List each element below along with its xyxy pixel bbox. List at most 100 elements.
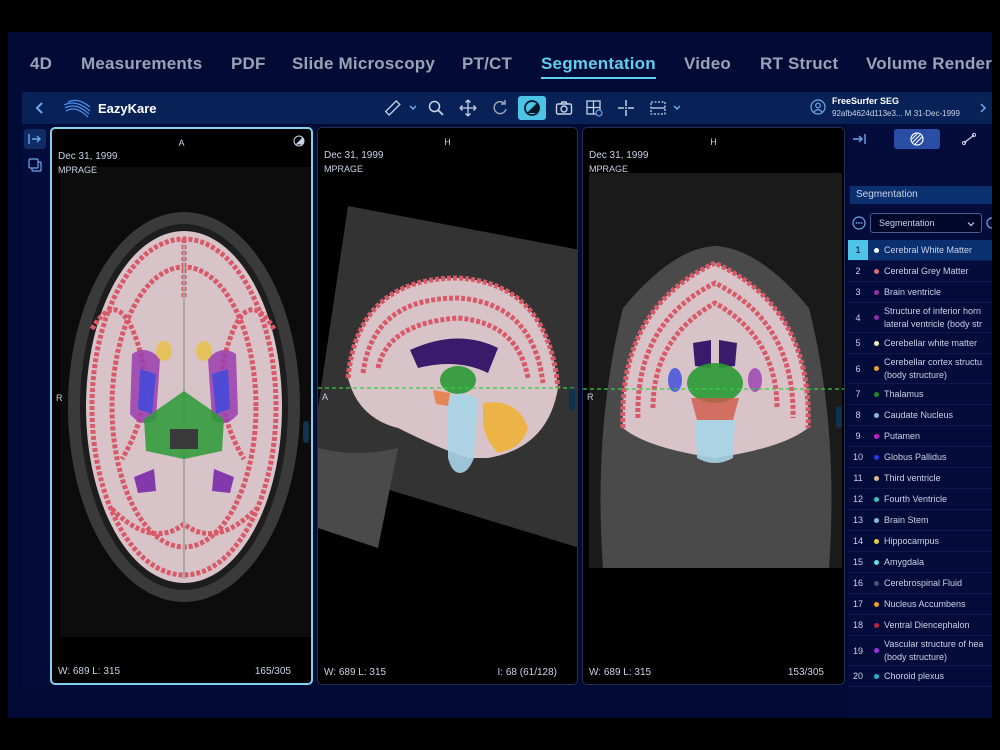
segment-number: 15 (852, 557, 863, 567)
segment-name: Brain Stem (884, 514, 929, 525)
side-label: A (322, 392, 329, 402)
info-icon[interactable] (986, 216, 992, 230)
tab-video[interactable]: Video (684, 54, 731, 74)
viewport-coronal[interactable]: H Dec 31, 1999 MPRAGE R W: 689 L: 315 15… (582, 127, 845, 685)
segment-row[interactable]: 11 Third ventricle (848, 468, 992, 489)
slice-index: I: 68 (61/128) (497, 667, 557, 678)
segment-row[interactable]: 10 Globus Pallidus (848, 447, 992, 468)
segment-name: Ventral Diencephalon (884, 619, 970, 630)
viewport-sagittal[interactable]: H Dec 31, 1999 MPRAGE A W: 689 L: 315 I:… (317, 127, 578, 685)
segment-name: Amygdala (884, 556, 925, 567)
tab-4d[interactable]: 4D (30, 54, 52, 74)
segment-row[interactable]: 12 Fourth Ventricle (848, 489, 992, 510)
segment-name: Cerebellar cortex structu (body structur… (884, 356, 983, 380)
slice-scrollbar[interactable] (569, 388, 575, 410)
chevron-down-icon[interactable] (408, 101, 418, 115)
segmentation-panel: Segmentation Segmentation 1 Cerebral Whit… (848, 124, 992, 718)
crosshair-icon[interactable] (614, 97, 638, 119)
rotate-icon[interactable] (488, 97, 512, 119)
segment-row[interactable]: 9 Putamen (848, 426, 992, 447)
segment-number: 13 (852, 515, 863, 525)
tab-slide-microscopy[interactable]: Slide Microscopy (292, 54, 435, 74)
series-name: MPRAGE (58, 165, 98, 175)
segment-body: Cerebrospinal Fluid (868, 573, 992, 593)
segment-row[interactable]: 19 Vascular structure of hea (body struct… (848, 636, 992, 666)
segment-row[interactable]: 8 Caudate Nucleus (848, 405, 992, 426)
tab-rt-struct[interactable]: RT Struct (760, 54, 838, 74)
segment-line-tab[interactable] (946, 129, 992, 149)
segment-number: 2 (855, 266, 861, 276)
segment-body: Ventral Diencephalon (868, 615, 992, 635)
segment-body: Nucleus Accumbens (868, 594, 992, 614)
chevron-left-icon[interactable] (32, 99, 48, 117)
segment-row[interactable]: 3 Brain ventricle (848, 282, 992, 303)
copy-icon[interactable] (24, 155, 46, 175)
slice-scrollbar[interactable] (303, 421, 309, 443)
slice-scrollbar[interactable] (836, 406, 842, 428)
tab-measurements[interactable]: Measurements (81, 54, 202, 74)
tab-volume-rendering[interactable]: Volume Rendering (866, 54, 992, 74)
camera-icon[interactable] (552, 97, 576, 119)
segment-number: 20 (852, 671, 863, 681)
segment-body: Fourth Ventricle (868, 489, 992, 509)
segment-row[interactable]: 15 Amygdala (848, 552, 992, 573)
segment-fill-tab[interactable] (894, 129, 940, 149)
side-label: R (587, 392, 594, 402)
tab-pdf[interactable]: PDF (231, 54, 266, 74)
more-options-icon[interactable] (852, 216, 866, 230)
tab-segmentation[interactable]: Segmentation (541, 54, 656, 79)
segment-color-dot (874, 559, 879, 565)
expand-panel-icon[interactable] (24, 129, 46, 149)
pan-icon[interactable] (456, 97, 480, 119)
study-info[interactable]: FreeSurfer SEG 92afb4624d113e3... M 31-D… (810, 95, 980, 123)
collapse-panel-icon[interactable] (852, 132, 868, 146)
segment-name: Brain ventricle (884, 286, 942, 297)
segment-color-dot (874, 412, 879, 418)
segment-number: 17 (852, 599, 863, 609)
window-level: W: 689 L: 315 (58, 666, 121, 677)
ruler-icon[interactable] (380, 97, 404, 119)
segment-row[interactable]: 17 Nucleus Accumbens (848, 594, 992, 615)
segment-number: 19 (852, 645, 863, 656)
segment-row[interactable]: 18 Ventral Diencephalon (848, 615, 992, 636)
segment-name: Globus Pallidus (884, 451, 947, 462)
segment-body: Choroid plexus (868, 666, 992, 686)
search-icon[interactable] (424, 97, 448, 119)
segment-row[interactable]: 1 Cerebral White Matter (848, 240, 992, 261)
contrast-icon[interactable] (518, 96, 546, 120)
app-frame: 4D Measurements PDF Slide Microscopy PT/… (8, 32, 992, 718)
side-label: R (56, 393, 63, 403)
segment-row[interactable]: 20 Choroid plexus (848, 666, 992, 687)
layout-icon[interactable] (646, 97, 670, 119)
segment-number: 18 (852, 620, 863, 630)
segment-row[interactable]: 5 Cerebellar white matter (848, 333, 992, 354)
segment-row[interactable]: 6 Cerebellar cortex structu (body structu… (848, 354, 992, 384)
chevron-down-icon[interactable] (672, 101, 682, 115)
study-meta: 92afb4624d113e3... M 31-Dec-1999 (832, 109, 960, 118)
user-icon (810, 99, 826, 115)
segment-row[interactable]: 7 Thalamus (848, 384, 992, 405)
segment-row[interactable]: 2 Cerebral Grey Matter (848, 261, 992, 282)
segment-color-dot (874, 648, 879, 653)
segment-row[interactable]: 14 Hippocampus (848, 531, 992, 552)
segment-color-dot (874, 247, 879, 253)
segment-name: Vascular structure of hea (body structur… (884, 638, 984, 662)
left-rail (22, 124, 48, 688)
segment-number: 8 (855, 410, 861, 420)
chevron-right-icon[interactable] (978, 101, 988, 115)
segment-color-dot (874, 601, 879, 607)
segment-body: Vascular structure of hea (body structur… (868, 636, 992, 665)
segment-row[interactable]: 13 Brain Stem (848, 510, 992, 531)
segment-color-dot (874, 673, 879, 679)
segment-name: Caudate Nucleus (884, 409, 954, 420)
contrast-icon[interactable] (293, 135, 305, 147)
tab-pt-ct[interactable]: PT/CT (462, 54, 512, 74)
segment-color-dot (874, 340, 879, 346)
segment-row[interactable]: 4 Structure of inferior horn lateral vent… (848, 303, 992, 333)
segmentation-select[interactable]: Segmentation (870, 213, 982, 233)
viewport-axial[interactable]: A Dec 31, 1999 MPRAGE R W: 689 L: 315 16… (50, 127, 313, 685)
segment-row[interactable]: 16 Cerebrospinal Fluid (848, 573, 992, 594)
segment-color-dot (874, 580, 879, 586)
segment-body: Amygdala (868, 552, 992, 572)
grid-icon[interactable] (582, 97, 606, 119)
